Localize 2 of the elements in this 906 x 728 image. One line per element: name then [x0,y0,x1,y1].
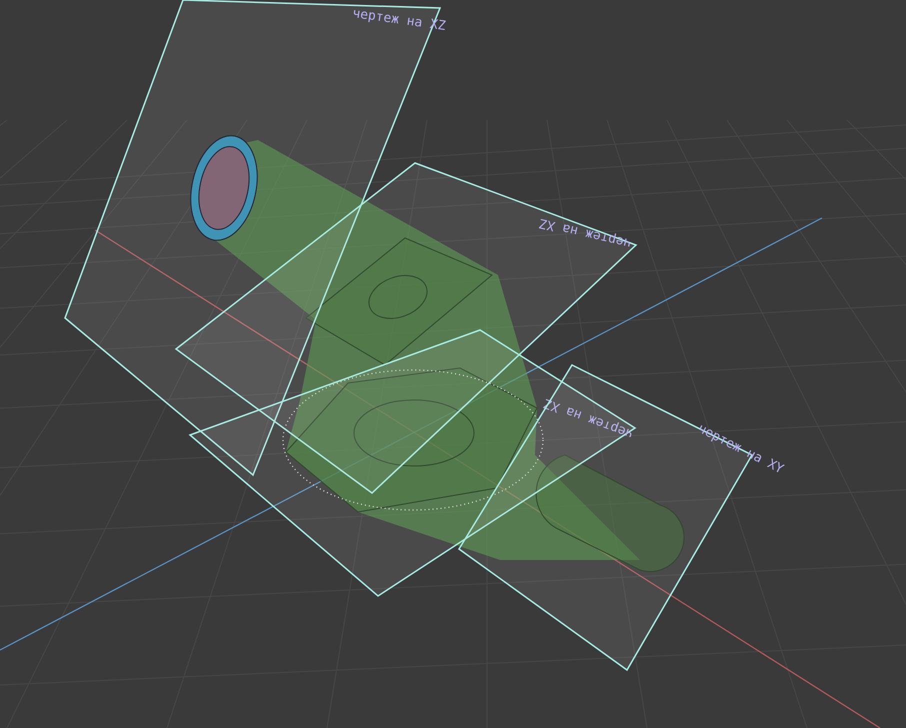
plane-label: чертеж на XZ [538,214,633,251]
plane-label: чертеж на XZ [351,6,447,34]
